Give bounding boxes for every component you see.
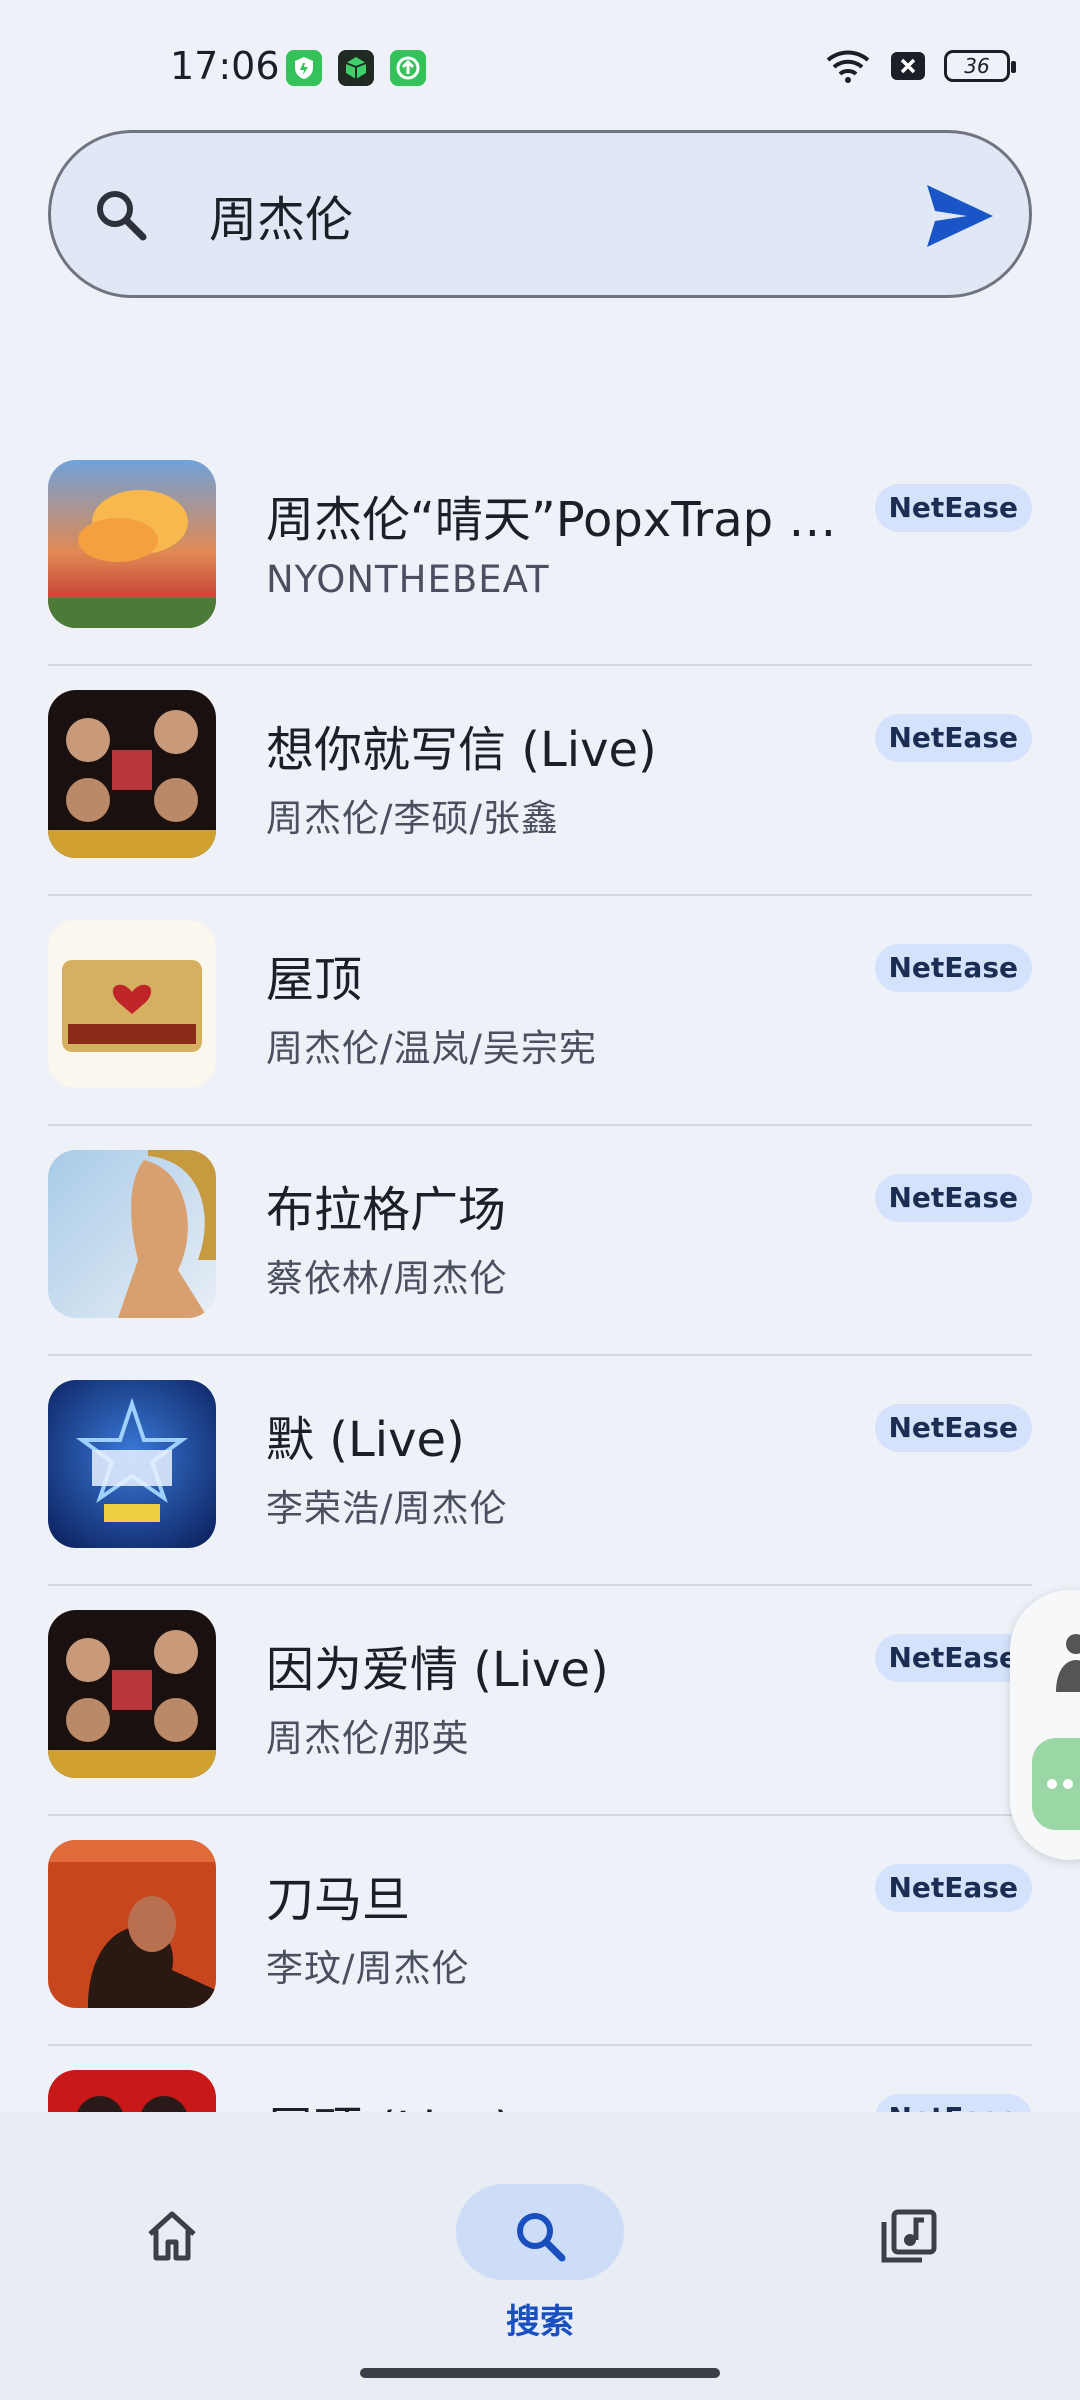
song-title: 刀马旦 bbox=[266, 1872, 411, 1928]
song-artist: 周杰伦/温岚/吴宗宪 bbox=[266, 1027, 597, 1070]
source-badge: NetEase bbox=[874, 1864, 1032, 1912]
album-cover bbox=[48, 1610, 216, 1778]
song-title: 屋顶 bbox=[266, 952, 363, 1008]
song-row[interactable]: 屋顶 周杰伦/温岚/吴宗宪 NetEase bbox=[0, 896, 1080, 1126]
album-cover bbox=[48, 690, 216, 858]
home-icon bbox=[148, 2211, 196, 2261]
source-badge: NetEase bbox=[874, 484, 1032, 532]
send-icon[interactable] bbox=[923, 181, 995, 251]
song-row[interactable]: 布拉格广场 蔡依林/周杰伦 NetEase bbox=[0, 1126, 1080, 1356]
album-cover bbox=[48, 920, 216, 1088]
battery-icon: 36 bbox=[944, 50, 1016, 82]
nav-home[interactable] bbox=[72, 2148, 272, 2338]
source-badge: NetEase bbox=[874, 1634, 1032, 1682]
search-bar[interactable] bbox=[48, 130, 1032, 298]
song-artist: 周杰伦/那英 bbox=[266, 1717, 470, 1760]
song-artist: NYONTHEBEAT bbox=[266, 558, 550, 601]
album-cover bbox=[48, 1380, 216, 1548]
figure-icon bbox=[1056, 1634, 1080, 1692]
cube-app-icon bbox=[338, 50, 374, 86]
song-artist: 周杰伦/李硕/张鑫 bbox=[266, 797, 559, 840]
nav-search-label: 搜索 bbox=[506, 2302, 574, 2342]
album-cover bbox=[48, 460, 216, 628]
search-icon[interactable] bbox=[91, 185, 151, 245]
song-title: 因为爱情 (Live) bbox=[266, 1642, 609, 1698]
search-icon bbox=[517, 2213, 566, 2262]
status-time: 17:06 bbox=[170, 44, 280, 88]
source-badge: NetEase bbox=[874, 714, 1032, 762]
song-artist: 蔡依林/周杰伦 bbox=[266, 1257, 508, 1300]
source-badge: NetEase bbox=[874, 1174, 1032, 1222]
song-title: 默 (Live) bbox=[266, 1412, 465, 1468]
sim-off-icon bbox=[891, 52, 925, 80]
album-cover bbox=[48, 1150, 216, 1318]
result-list: 周杰伦“晴天”PopxTrap Beat NYONTHEBEAT NetEase… bbox=[0, 436, 1080, 2276]
album-cover bbox=[48, 1840, 216, 2008]
more-icon bbox=[1047, 1779, 1073, 1789]
nav-search[interactable]: 搜索 bbox=[440, 2148, 640, 2342]
nav-library[interactable] bbox=[808, 2148, 1008, 2338]
shield-app-icon bbox=[286, 50, 322, 86]
song-row[interactable]: 周杰伦“晴天”PopxTrap Beat NYONTHEBEAT NetEase bbox=[0, 436, 1080, 666]
music-library-icon bbox=[881, 2209, 937, 2263]
song-artist: 李荣浩/周杰伦 bbox=[266, 1487, 508, 1530]
more-button[interactable] bbox=[1032, 1738, 1080, 1830]
song-title: 布拉格广场 bbox=[266, 1182, 507, 1238]
song-row[interactable]: 默 (Live) 李荣浩/周杰伦 NetEase bbox=[0, 1356, 1080, 1586]
bottom-navigation: 搜索 bbox=[0, 2112, 1080, 2400]
song-row[interactable]: 因为爱情 (Live) 周杰伦/那英 NetEase bbox=[0, 1586, 1080, 1816]
source-badge: NetEase bbox=[874, 944, 1032, 992]
song-row[interactable]: 想你就写信 (Live) 周杰伦/李硕/张鑫 NetEase bbox=[0, 666, 1080, 896]
battery-level: 36 bbox=[964, 54, 990, 78]
song-title: 周杰伦“晴天”PopxTrap Beat bbox=[266, 492, 846, 548]
song-artist: 李玟/周杰伦 bbox=[266, 1947, 470, 1990]
upload-app-icon bbox=[390, 50, 426, 86]
song-row[interactable]: 刀马旦 李玟/周杰伦 NetEase bbox=[0, 1816, 1080, 2046]
home-indicator[interactable] bbox=[360, 2368, 720, 2378]
wifi-icon bbox=[826, 50, 870, 83]
search-input[interactable] bbox=[209, 173, 909, 257]
status-bar: 17:06 36 bbox=[0, 0, 1080, 130]
song-title: 想你就写信 (Live) bbox=[266, 722, 657, 778]
source-badge: NetEase bbox=[874, 1404, 1032, 1452]
floating-assistant-widget[interactable] bbox=[1010, 1590, 1080, 1860]
